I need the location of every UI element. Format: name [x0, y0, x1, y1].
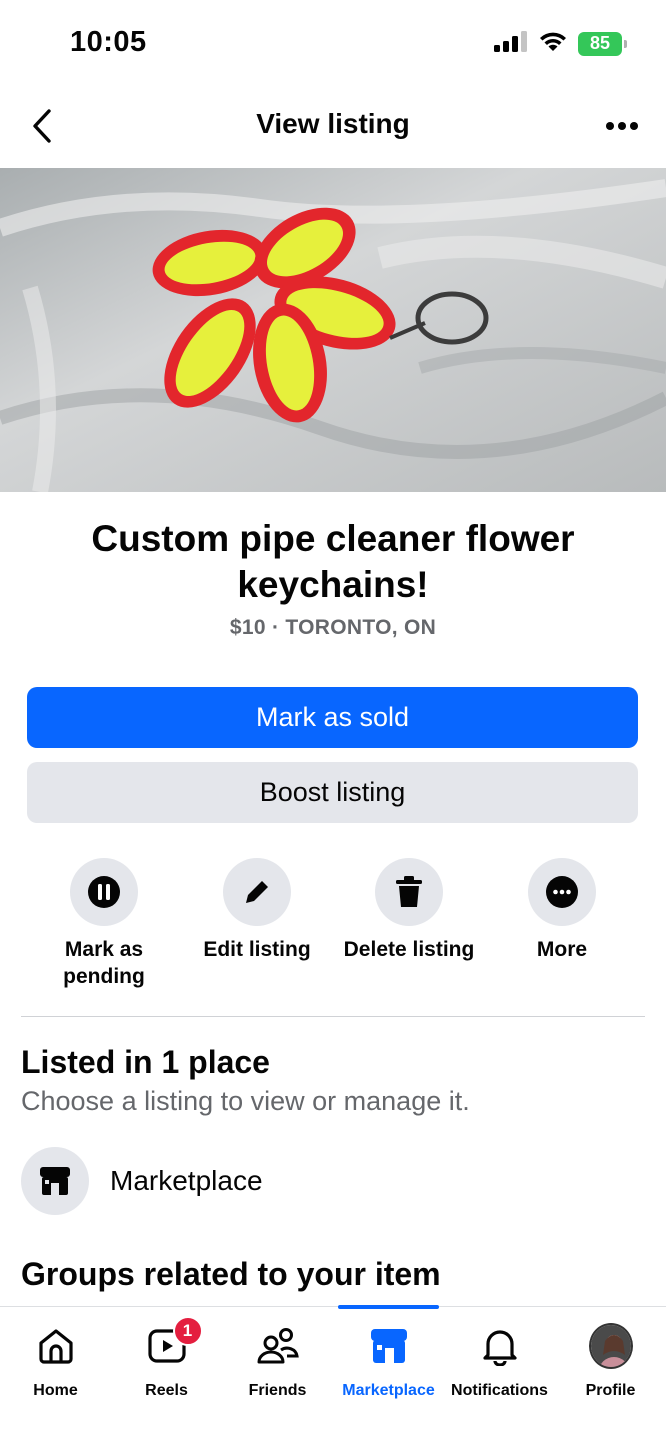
action-label: More	[536, 938, 588, 961]
friends-icon	[257, 1328, 299, 1364]
marketplace-label: Marketplace	[110, 1165, 263, 1196]
tab-label: Notifications	[451, 1382, 548, 1399]
status-icons: 85	[494, 30, 627, 57]
mark-as-sold-button[interactable]: Mark as sold	[27, 687, 638, 748]
tab-label: Marketplace	[342, 1382, 435, 1399]
tab-profile[interactable]: Profile	[555, 1307, 666, 1407]
wifi-icon	[538, 30, 568, 57]
signal-icon	[494, 30, 528, 57]
action-icon-circle	[375, 858, 443, 926]
more-action[interactable]: More	[487, 858, 637, 963]
marketplace-icon-circle	[21, 1147, 89, 1215]
page-title: View listing	[256, 108, 410, 139]
listed-in-title: Listed in 1 place	[21, 1044, 270, 1080]
listing-photo-image	[0, 168, 666, 492]
pencil-icon	[246, 878, 271, 903]
tab-reels[interactable]: 1 Reels	[111, 1307, 222, 1407]
tab-label: Reels	[145, 1382, 188, 1399]
tab-label: Profile	[585, 1382, 636, 1399]
listing-actions: Mark as pending Edit listing Delete list…	[0, 858, 666, 998]
marketplace-listing-row[interactable]: Marketplace	[21, 1147, 263, 1215]
more-options-button[interactable]	[600, 106, 644, 146]
mark-as-pending-action[interactable]: Mark as pending	[29, 858, 179, 990]
divider	[21, 1016, 645, 1017]
nav-header: View listing	[0, 88, 666, 168]
status-bar: 10:05 85	[0, 0, 666, 88]
pause-icon	[88, 876, 120, 908]
listing-photo[interactable]	[0, 168, 666, 492]
boost-listing-button[interactable]: Boost listing	[27, 762, 638, 823]
groups-related-title: Groups related to your item	[21, 1256, 441, 1292]
ellipsis-icon	[606, 122, 638, 130]
action-icon-circle	[223, 858, 291, 926]
tab-friends[interactable]: Friends	[222, 1307, 333, 1407]
storefront-icon	[40, 1167, 70, 1195]
battery-level: 85	[589, 33, 611, 53]
marketplace-icon	[370, 1329, 407, 1363]
battery-icon: 85	[578, 31, 627, 56]
status-time: 10:05	[70, 26, 147, 58]
action-icon-circle	[70, 858, 138, 926]
bottom-tab-bar: Home 1 Reels Friends Marketplace Notific…	[0, 1305, 666, 1440]
home-icon	[38, 1329, 73, 1364]
delete-listing-action[interactable]: Delete listing	[334, 858, 484, 963]
action-label: Edit listing	[203, 938, 311, 961]
tab-notifications[interactable]: Notifications	[444, 1307, 555, 1407]
trash-icon	[396, 876, 422, 907]
action-icon-circle	[528, 858, 596, 926]
tab-marketplace[interactable]: Marketplace	[333, 1307, 444, 1407]
avatar	[588, 1323, 633, 1369]
listed-in-subtitle: Choose a listing to view or manage it.	[21, 1086, 470, 1116]
listing-price-location: $10 · TORONTO, ON	[229, 616, 437, 639]
ellipsis-icon	[546, 876, 578, 908]
action-label: Delete listing	[343, 938, 475, 961]
reels-badge: 1	[172, 1316, 203, 1346]
edit-listing-action[interactable]: Edit listing	[182, 858, 332, 963]
bell-icon	[482, 1330, 517, 1366]
tab-home[interactable]: Home	[0, 1307, 111, 1407]
action-label: Mark as pending	[63, 938, 145, 988]
listing-title: Custom pipe cleaner flower keychains!	[91, 518, 575, 605]
tab-label: Friends	[248, 1382, 307, 1399]
tab-label: Home	[33, 1382, 78, 1399]
